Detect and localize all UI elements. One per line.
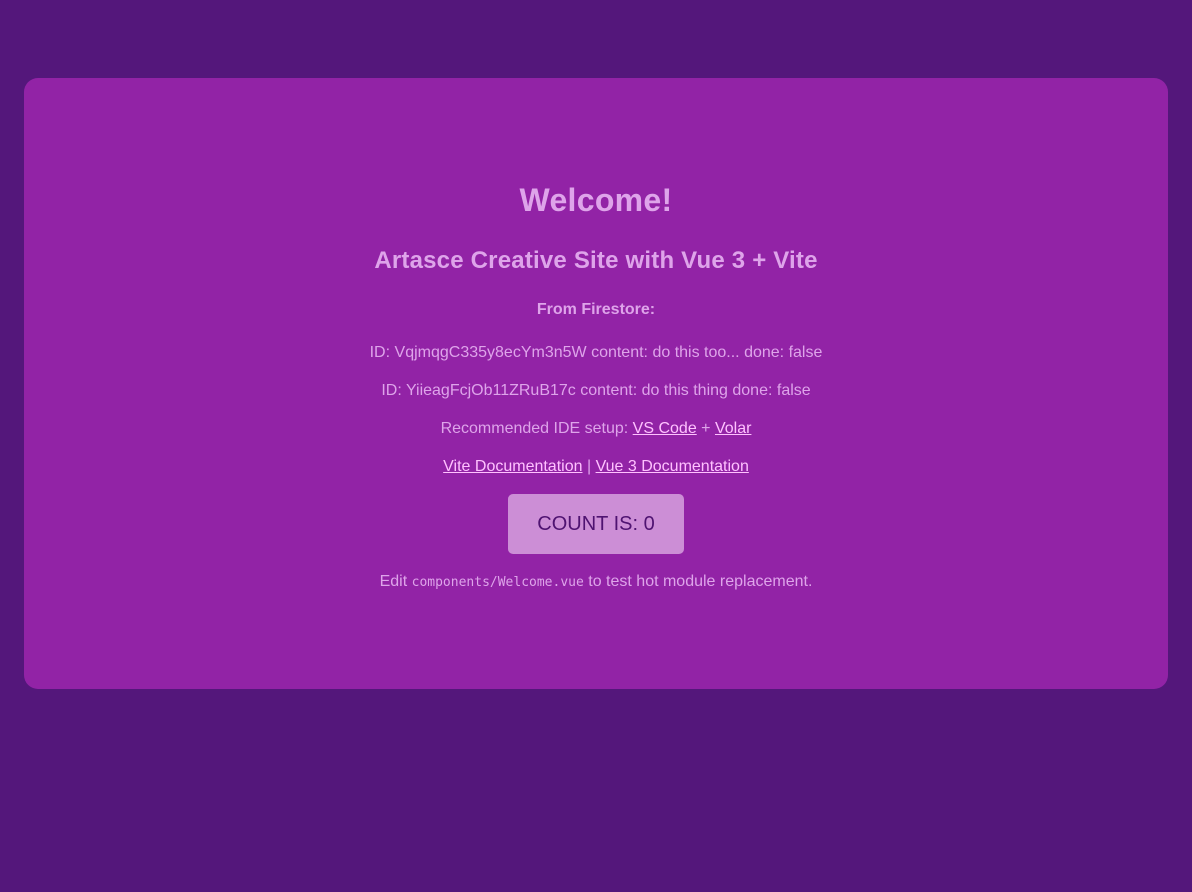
volar-link[interactable]: Volar [715, 420, 751, 437]
todo-done: false [776, 382, 811, 399]
docs-separator: | [586, 458, 592, 475]
todo-item: ID: VqjmqgC335y8ecYm3n5W content: do thi… [24, 343, 1168, 363]
edit-suffix: to test hot module replacement. [588, 573, 813, 590]
edit-hint: Edit components/Welcome.vue to test hot … [24, 572, 1168, 593]
vite-docs-link[interactable]: Vite Documentation [443, 458, 582, 475]
ide-setup: Recommended IDE setup: VS Code + Volar [24, 419, 1168, 439]
component-path: components/Welcome.vue [411, 575, 584, 590]
edit-prefix: Edit [379, 573, 408, 590]
page-subtitle: Artasce Creative Site with Vue 3 + Vite [374, 247, 818, 274]
todo-done-label: done: [732, 382, 773, 399]
count-button[interactable]: COUNT IS: 0 [508, 494, 684, 554]
todo-done-label: done: [744, 344, 785, 361]
vue-docs-link[interactable]: Vue 3 Documentation [596, 458, 749, 475]
todo-done: false [788, 344, 823, 361]
todo-id: VqjmqgC335y8ecYm3n5W [394, 344, 587, 361]
welcome-card: Welcome! Artasce Creative Site with Vue … [24, 78, 1168, 689]
plus-separator: + [701, 420, 711, 437]
todo-item: ID: YiieagFcjOb11ZRuB17c content: do thi… [24, 381, 1168, 401]
todo-content-label: content: [591, 344, 648, 361]
docs-links: Vite Documentation | Vue 3 Documentation [24, 457, 1168, 477]
count-label: COUNT IS: [537, 512, 639, 535]
firestore-heading: From Firestore: [536, 301, 656, 318]
count-value: 0 [643, 512, 655, 535]
todo-id: YiieagFcjOb11ZRuB17c [405, 382, 576, 399]
todo-content: do this thing [641, 382, 728, 399]
todo-id-label: ID: [381, 382, 402, 399]
page-title: Welcome! [519, 182, 673, 218]
todo-content: do this too... [652, 344, 740, 361]
vscode-link[interactable]: VS Code [633, 420, 697, 437]
ide-setup-label: Recommended IDE setup: [440, 420, 629, 437]
todo-content-label: content: [580, 382, 638, 399]
todo-id-label: ID: [369, 344, 391, 361]
